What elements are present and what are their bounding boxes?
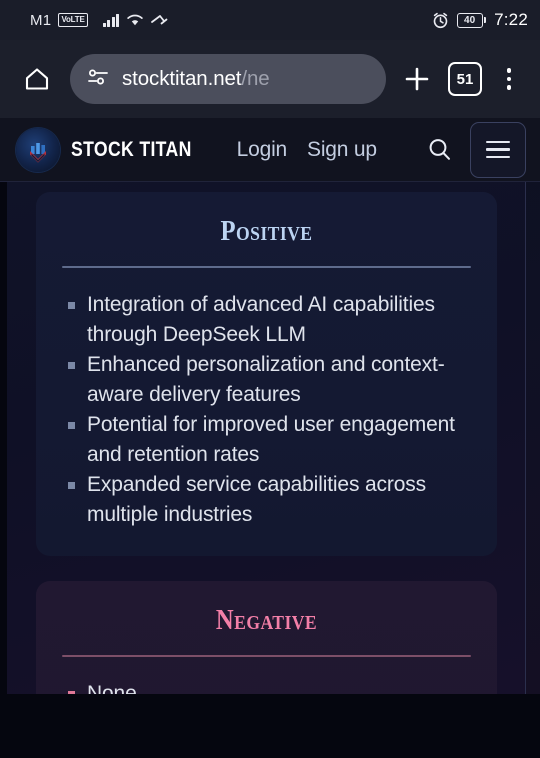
negative-card: Negative None. — [36, 581, 497, 694]
carrier-label: M1 — [30, 11, 52, 29]
tab-count-label: 51 — [456, 70, 474, 88]
tune-icon[interactable] — [86, 67, 110, 92]
status-bar-right: 40 7:22 — [432, 10, 528, 30]
three-dot-menu-icon[interactable] — [492, 57, 526, 101]
volte-badge: VoLTE — [58, 13, 88, 27]
data-transfer-icon — [151, 13, 168, 27]
positive-card: Positive Integration of advanced AI capa… — [36, 192, 497, 556]
login-link[interactable]: Login — [237, 138, 288, 162]
negative-card-divider — [62, 655, 471, 657]
positive-card-title: Positive — [220, 216, 313, 247]
positive-bullet-list: Integration of advanced AI capabilities … — [62, 290, 471, 530]
battery-indicator: 40 — [456, 12, 487, 28]
left-gutter — [0, 182, 7, 694]
brand-name-label: STOCK TITAN — [71, 137, 192, 161]
list-item: None. — [62, 679, 471, 694]
article-body: Positive Integration of advanced AI capa… — [7, 182, 526, 694]
negative-card-title: Negative — [215, 605, 318, 636]
list-item: Expanded service capabilities across mul… — [62, 470, 471, 530]
tab-counter-button[interactable]: 51 — [448, 62, 482, 96]
signal-bars-icon — [102, 13, 120, 27]
status-bar: M1 VoLTE 40 7:22 — [0, 0, 540, 40]
list-item: Potential for improved user engagement a… — [62, 410, 471, 470]
status-bar-left: M1 VoLTE — [30, 12, 168, 29]
stock-titan-logo-icon — [16, 127, 60, 172]
list-item: Integration of advanced AI capabilities … — [62, 290, 471, 350]
search-icon[interactable] — [420, 130, 460, 170]
alarm-clock-icon — [432, 12, 449, 29]
plus-icon[interactable] — [396, 58, 438, 100]
list-item: Enhanced personalization and context-awa… — [62, 350, 471, 410]
url-text: stocktitan.net/ne — [122, 67, 270, 91]
header-nav: Login Sign up — [237, 138, 420, 162]
hamburger-menu-icon[interactable] — [470, 121, 526, 178]
signup-link[interactable]: Sign up — [307, 138, 377, 162]
home-icon[interactable] — [14, 56, 60, 102]
browser-toolbar: stocktitan.net/ne 51 — [0, 40, 540, 118]
positive-card-divider — [62, 266, 471, 268]
brand-link[interactable]: STOCK TITAN — [16, 127, 215, 172]
wifi-icon — [126, 13, 144, 27]
clock-label: 7:22 — [494, 10, 528, 29]
battery-tip — [483, 17, 487, 23]
url-path: /ne — [241, 67, 270, 90]
battery-level-label: 40 — [456, 12, 483, 28]
negative-bullet-list: None. — [62, 679, 471, 694]
url-domain: stocktitan.net — [122, 67, 242, 90]
site-header: STOCK TITAN Login Sign up — [0, 118, 540, 182]
address-bar[interactable]: stocktitan.net/ne — [70, 54, 386, 104]
page-content: Positive Integration of advanced AI capa… — [0, 182, 540, 694]
scrollbar[interactable] — [525, 182, 526, 694]
